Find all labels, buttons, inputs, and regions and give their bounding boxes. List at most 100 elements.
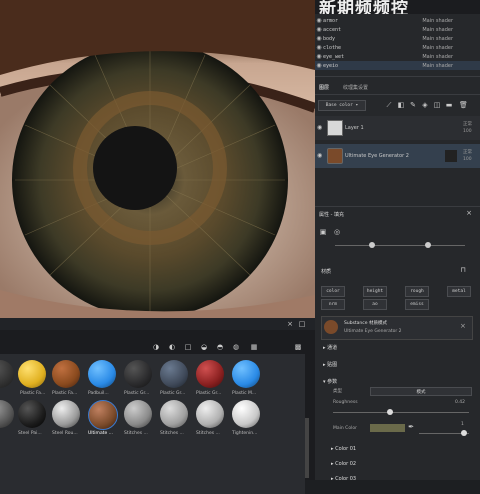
roughness-slider-handle[interactable] [387,409,393,415]
shelf-item-thumbnail[interactable] [0,360,14,388]
eye-icon[interactable]: ◉ [317,152,322,159]
shelf-item-thumbnail[interactable] [232,360,260,388]
shelf-item-thumbnail[interactable] [124,400,152,428]
channel-button-emiss[interactable]: emiss [405,299,429,310]
shelf-item-thumbnail[interactable] [18,400,46,428]
slider-handle[interactable] [369,242,375,248]
section-label: Color 02 [335,461,357,467]
close-icon[interactable]: × [460,322,466,330]
channel-button-ao[interactable]: ao [363,299,387,310]
layer-blend-mode[interactable]: 正常 [463,121,472,127]
roughness-slider-track[interactable] [333,412,469,413]
layer-name: Layer 1 [345,125,364,131]
subsection-color-03[interactable]: ▸ Color 03 [331,476,356,482]
right-panel: ◉ armor Main shader ◉ accent Main shader… [315,14,480,482]
subsection-color-02[interactable]: ▸ Color 02 [331,461,356,467]
channel-button-height[interactable]: height [363,286,387,297]
eye-icon[interactable]: ◉ [315,26,323,33]
section-maps[interactable]: ▸ 贴图 [323,361,337,368]
shelf-item-thumbnail[interactable] [88,360,116,388]
eye-icon[interactable]: ◉ [315,44,323,51]
shelf-item-thumbnail[interactable] [52,360,80,388]
layer-row-selected[interactable]: ◉ Ultimate Eye Generator 2 正常 100 [315,144,480,168]
shelf-scrollbar[interactable] [305,418,309,478]
shelf-item-thumbnail[interactable] [52,400,80,428]
mask-thumbnail [445,150,457,162]
shelf-item-thumbnail[interactable] [0,400,14,428]
eye-icon[interactable]: ◉ [315,17,323,24]
shelf-item-thumbnail[interactable] [196,360,224,388]
texture-set-row[interactable]: ◉ accent Main shader [315,25,480,34]
section-parameters[interactable]: ▾ 参数 [323,378,337,385]
close-icon[interactable]: × [465,209,473,217]
shelf-item-thumbnail[interactable] [196,400,224,428]
slider-handle[interactable] [425,242,431,248]
layer-opacity[interactable]: 100 [463,129,472,134]
shader-name: Main shader [422,26,453,33]
type-select[interactable]: 模式 [370,387,472,396]
tab-texture-set-settings[interactable]: 纹理集设置 [343,84,368,91]
shelf-grid: Plastic Fa... Plastic Fa... Padbuil... P… [0,354,305,494]
eye-icon[interactable]: ◉ [317,124,322,131]
link-icon[interactable]: ⊓ [459,266,467,274]
brush-icon[interactable]: ⟋ [385,101,393,109]
main-color-swatch[interactable] [370,424,405,432]
channel-button-nrm[interactable]: nrm [321,299,345,310]
delete-icon[interactable]: 🗑 [459,101,468,109]
section-channels[interactable]: ▸ 通道 [323,344,337,351]
texture-set-row[interactable]: ◉ clothe Main shader [315,43,480,52]
substance-material-box[interactable]: Substance 材质模式 Ultimate Eye Generator 2 … [321,316,473,340]
texture-set-row[interactable]: ◉ body Main shader [315,34,480,43]
main-color-slider-handle[interactable] [461,430,467,436]
roughness-label: Roughness [333,400,358,405]
shelf-item-thumbnail[interactable] [18,360,46,388]
eyedropper-icon[interactable]: ✒ [407,423,415,431]
folder-icon[interactable]: ▬ [445,101,453,109]
attributes-label: 材质 [321,269,332,275]
tab-layers[interactable]: 图层 [319,84,329,91]
shelf-item-label: Stitches ... [160,431,184,436]
layer-blend-mode[interactable]: 正常 [463,149,472,155]
filter-material-icon[interactable]: ◑ [152,343,160,351]
channel-button-metal[interactable]: metal [447,286,471,297]
fill-icon[interactable]: ◈ [421,101,429,109]
filter-brush-icon[interactable]: ◒ [200,343,208,351]
maximize-icon[interactable]: □ [298,320,306,328]
filter-smart-icon[interactable]: ◐ [168,343,176,351]
shelf-item-thumbnail[interactable] [232,400,260,428]
watermark: 新期频频控 Blender [315,0,480,14]
shelf-item-thumbnail-selected[interactable] [88,400,118,430]
shelf-item-label: Plastic Gr... [196,391,222,396]
filter-procedural-icon[interactable]: ▦ [250,343,258,351]
slider-track[interactable] [335,245,465,246]
eye-icon[interactable]: ◉ [315,53,323,60]
channel-button-color[interactable]: color [321,286,345,297]
viewport[interactable] [0,0,315,318]
shelf-item-thumbnail[interactable] [160,400,188,428]
projection-icon[interactable]: ▣ [319,228,327,236]
paint-icon[interactable]: ✎ [409,101,417,109]
channel-select[interactable]: Base color ▾ [318,100,366,111]
shelf-item-thumbnail[interactable] [124,360,152,388]
layer-opacity[interactable]: 100 [463,157,472,162]
texture-set-row[interactable]: ◉ eye_wet Main shader [315,52,480,61]
subsection-color-01[interactable]: ▸ Color 01 [331,446,356,452]
eye-icon[interactable]: ◉ [315,62,323,69]
layer-row[interactable]: ◉ Layer 1 正常 100 [315,116,480,140]
shelf-item-label: Plastic Gr... [124,391,150,396]
texture-set-name: eye_wet [323,53,345,60]
filter-alpha-icon[interactable]: ◓ [216,343,224,351]
shelf-item-thumbnail[interactable] [160,360,188,388]
view-mode-icon[interactable]: ▩ [294,343,302,351]
filter-mask-icon[interactable]: □ [184,343,192,351]
add-layer-icon[interactable]: ◫ [433,101,441,109]
channel-button-rough[interactable]: rough [405,286,429,297]
close-icon[interactable]: × [286,320,294,328]
texture-set-row[interactable]: ◉ armor Main shader [315,16,480,25]
layer-mask-icon[interactable]: ◧ [397,101,405,109]
texture-set-name: body [323,35,336,42]
eye-icon[interactable]: ◉ [315,35,323,42]
filter-texture-icon[interactable]: ◍ [232,343,240,351]
texture-set-row-selected[interactable]: ◉ eyeio Main shader [315,61,480,70]
uv-icon[interactable]: ◎ [333,228,341,236]
